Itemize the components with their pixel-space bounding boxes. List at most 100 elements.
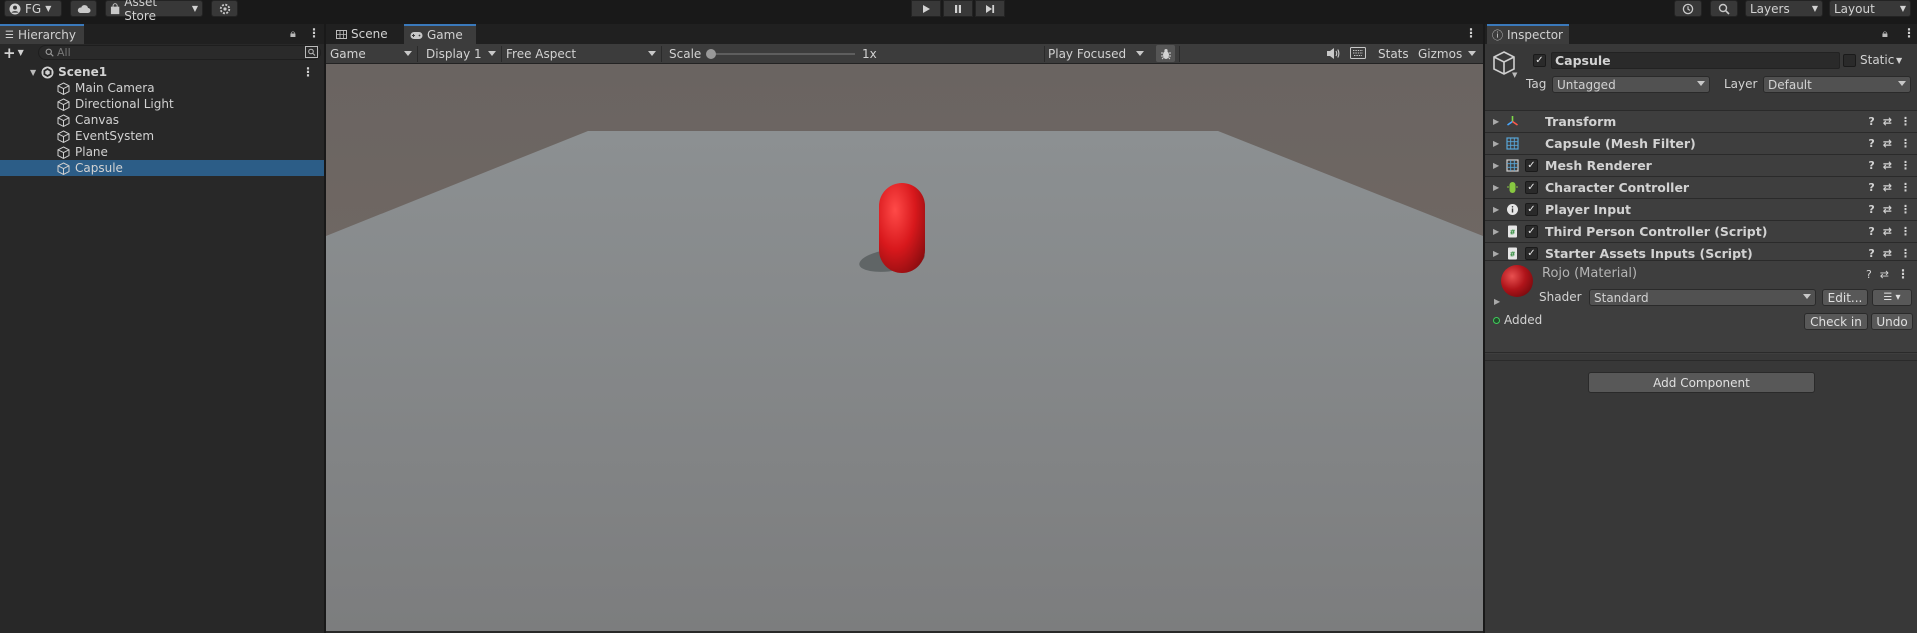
lock-icon[interactable]: 🔒︎ (1882, 27, 1888, 41)
kebab-menu-icon[interactable]: ⋮ (302, 65, 314, 79)
step-button[interactable] (975, 0, 1005, 17)
cloud-button[interactable] (70, 0, 97, 17)
component-header[interactable]: ▶ # ✓ Third Person Controller (Script)? ⇄ ⋮ (1485, 220, 1917, 242)
layout-dropdown[interactable]: Layout ▼ (1829, 0, 1911, 17)
aspect-dropdown[interactable]: Free Aspect (506, 46, 660, 62)
hierarchy-search-input[interactable]: All (38, 45, 321, 60)
foldout-closed-icon[interactable]: ▶ (1493, 249, 1499, 258)
kebab-menu-icon[interactable]: ⋮ (308, 26, 320, 40)
check-in-button[interactable]: Check in (1804, 313, 1868, 330)
component-enabled-checkbox[interactable]: ✓ (1525, 247, 1538, 260)
component-header[interactable]: ▶ Transform? ⇄ ⋮ (1485, 110, 1917, 132)
component-enabled-checkbox[interactable]: ✓ (1525, 225, 1538, 238)
capsule-object[interactable] (879, 183, 925, 273)
hierarchy-item[interactable]: Main Camera (0, 80, 324, 96)
kebab-menu-icon[interactable]: ⋮ (1900, 225, 1911, 238)
component-header[interactable]: ▶ Capsule (Mesh Filter)? ⇄ ⋮ (1485, 132, 1917, 154)
create-button[interactable]: + ▼ (3, 44, 29, 62)
component-header[interactable]: ▶ ✓ Mesh Renderer? ⇄ ⋮ (1485, 154, 1917, 176)
preset-icon[interactable]: ⇄ (1883, 181, 1892, 194)
gizmos-dropdown[interactable]: Gizmos (1418, 46, 1480, 62)
scale-slider-track[interactable] (707, 53, 855, 55)
foldout-closed-icon[interactable]: ▶ (1493, 139, 1499, 148)
foldout-closed-icon[interactable]: ▶ (1493, 227, 1499, 236)
preset-icon[interactable]: ⇄ (1883, 137, 1892, 150)
kebab-menu-icon[interactable]: ⋮ (1900, 247, 1911, 260)
shader-dropdown[interactable]: Standard (1589, 289, 1816, 306)
foldout-closed-icon[interactable]: ▶ (1494, 297, 1500, 306)
foldout-open-icon[interactable]: ▼ (30, 68, 36, 77)
search-filter-icon[interactable] (305, 46, 318, 61)
kebab-menu-icon[interactable]: ⋮ (1897, 267, 1909, 281)
game-viewport[interactable] (326, 64, 1483, 631)
active-checkbox[interactable]: ✓ (1533, 54, 1546, 67)
component-enabled-checkbox[interactable]: ✓ (1525, 181, 1538, 194)
help-icon[interactable]: ? (1868, 225, 1874, 238)
kebab-menu-icon[interactable]: ⋮ (1903, 26, 1915, 40)
tab-hierarchy[interactable]: ☰ Hierarchy (0, 24, 84, 44)
layer-dropdown[interactable]: Default (1763, 76, 1911, 93)
keyboard-button[interactable] (1350, 47, 1366, 62)
preset-icon[interactable]: ⇄ (1883, 115, 1892, 128)
help-icon[interactable]: ? (1868, 181, 1874, 194)
chevron-down-icon[interactable]: ▼ (1896, 56, 1902, 65)
account-dropdown[interactable]: FG ▼ (4, 0, 62, 17)
kebab-menu-icon[interactable]: ⋮ (1465, 26, 1477, 40)
undo-button[interactable]: Undo (1871, 313, 1913, 330)
hierarchy-item[interactable]: Directional Light (0, 96, 324, 112)
help-icon[interactable]: ? (1866, 268, 1872, 281)
kebab-menu-icon[interactable]: ⋮ (1900, 203, 1911, 216)
component-header[interactable]: ▶ ✓ Character Controller? ⇄ ⋮ (1485, 176, 1917, 198)
layers-dropdown[interactable]: Layers ▼ (1745, 0, 1823, 17)
preset-icon[interactable]: ⇄ (1883, 159, 1892, 172)
history-button[interactable] (1674, 0, 1702, 17)
object-name-field[interactable]: Capsule (1551, 52, 1840, 69)
foldout-closed-icon[interactable]: ▶ (1493, 205, 1499, 214)
component-enabled-checkbox[interactable]: ✓ (1525, 203, 1538, 216)
search-button[interactable] (1710, 0, 1738, 17)
preset-icon[interactable]: ⇄ (1880, 268, 1889, 281)
kebab-menu-icon[interactable]: ⋮ (1900, 137, 1911, 150)
foldout-closed-icon[interactable]: ▶ (1493, 161, 1499, 170)
tab-game[interactable]: Game (404, 24, 476, 44)
stats-button[interactable]: Stats (1378, 46, 1409, 62)
scale-slider-thumb[interactable] (706, 49, 716, 59)
foldout-closed-icon[interactable]: ▶ (1493, 183, 1499, 192)
chevron-down-icon[interactable]: ▼ (1512, 71, 1517, 79)
hierarchy-item[interactable]: Capsule (0, 160, 324, 176)
display-dropdown[interactable]: Display 1 (426, 46, 500, 62)
preset-icon[interactable]: ⇄ (1883, 203, 1892, 216)
component-header[interactable]: ▶ ✓ Player Input? ⇄ ⋮ (1485, 198, 1917, 220)
preset-icon[interactable]: ⇄ (1883, 225, 1892, 238)
preset-icon[interactable]: ⇄ (1883, 247, 1892, 260)
lock-icon[interactable]: 🔒︎ (290, 27, 296, 41)
debug-toggle[interactable] (1156, 45, 1175, 62)
help-icon[interactable]: ? (1868, 115, 1874, 128)
game-mode-dropdown[interactable]: Game (330, 46, 416, 62)
help-icon[interactable]: ? (1868, 137, 1874, 150)
hierarchy-item[interactable]: Canvas (0, 112, 324, 128)
tab-inspector[interactable]: ⓘ Inspector (1487, 24, 1569, 44)
help-icon[interactable]: ? (1868, 247, 1874, 260)
shader-options-button[interactable]: ☰ ▾ (1872, 289, 1912, 306)
mute-audio-button[interactable] (1325, 46, 1341, 64)
hierarchy-item[interactable]: EventSystem (0, 128, 324, 144)
component-enabled-checkbox[interactable]: ✓ (1525, 159, 1538, 172)
play-button[interactable] (911, 0, 941, 17)
kebab-menu-icon[interactable]: ⋮ (1900, 159, 1911, 172)
shader-edit-button[interactable]: Edit... (1822, 289, 1868, 306)
scene-row[interactable]: ▼ Scene1 ⋮ (0, 64, 324, 80)
add-component-button[interactable]: Add Component (1588, 372, 1815, 393)
tag-dropdown[interactable]: Untagged (1552, 76, 1710, 93)
tab-scene[interactable]: Scene (330, 24, 393, 44)
foldout-closed-icon[interactable]: ▶ (1493, 117, 1499, 126)
hierarchy-item[interactable]: Plane (0, 144, 324, 160)
pause-button[interactable] (943, 0, 973, 17)
help-icon[interactable]: ? (1868, 159, 1874, 172)
kebab-menu-icon[interactable]: ⋮ (1900, 181, 1911, 194)
static-checkbox[interactable] (1843, 54, 1856, 67)
help-icon[interactable]: ? (1868, 203, 1874, 216)
play-focus-dropdown[interactable]: Play Focused (1048, 46, 1148, 62)
settings-button[interactable] (211, 0, 238, 17)
kebab-menu-icon[interactable]: ⋮ (1900, 115, 1911, 128)
